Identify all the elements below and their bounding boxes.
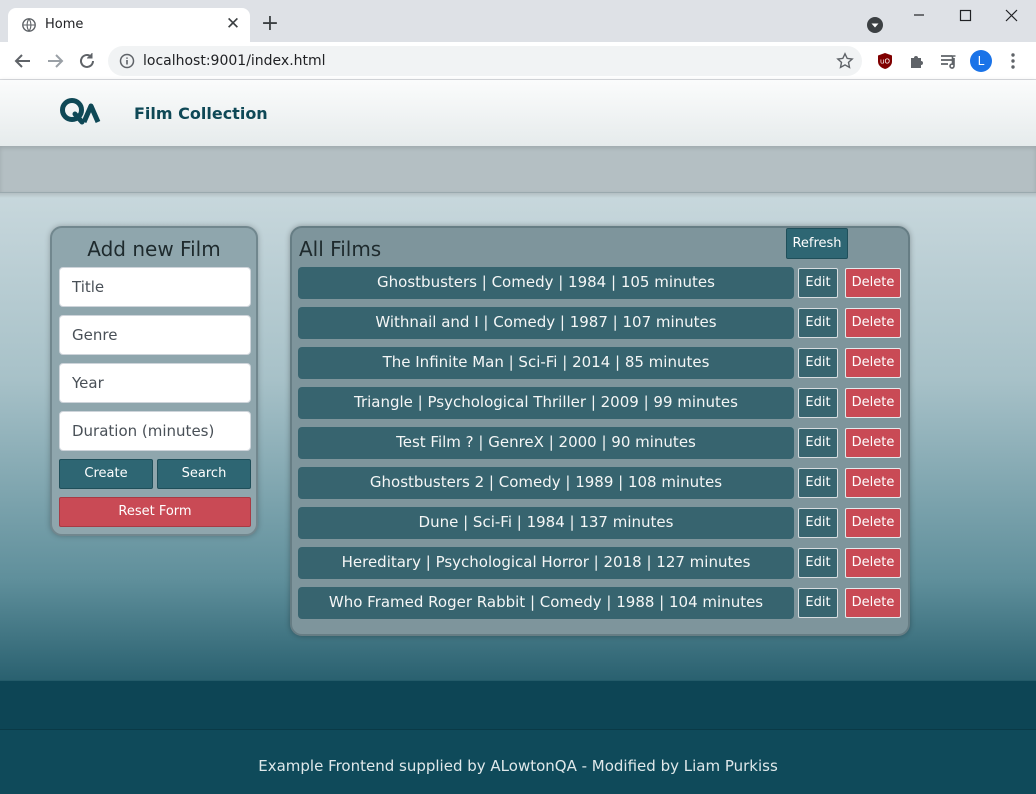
reload-icon[interactable] <box>76 50 98 72</box>
edit-button[interactable]: Edit <box>798 388 838 418</box>
tab-title: Home <box>45 17 84 32</box>
browser-menu-icon[interactable] <box>1004 52 1022 70</box>
maximize-icon[interactable] <box>942 4 988 32</box>
close-window-icon[interactable] <box>988 4 1034 32</box>
brand-title[interactable]: Film Collection <box>134 104 268 123</box>
duration-input[interactable] <box>59 411 251 451</box>
create-button[interactable]: Create <box>59 459 153 489</box>
film-label: Triangle | Psychological Thriller | 2009… <box>298 387 794 419</box>
header-band <box>0 146 1036 193</box>
edit-button[interactable]: Edit <box>798 348 838 378</box>
edit-button[interactable]: Edit <box>798 468 838 498</box>
reset-form-button[interactable]: Reset Form <box>59 497 251 527</box>
page-content: Film Collection Add new Film Create Sear… <box>0 80 1036 794</box>
year-input[interactable] <box>59 363 251 403</box>
film-row: Hereditary | Psychological Horror | 2018… <box>298 547 904 579</box>
film-label: The Infinite Man | Sci-Fi | 2014 | 85 mi… <box>298 347 794 379</box>
film-label: Hereditary | Psychological Horror | 2018… <box>298 547 794 579</box>
film-row: Who Framed Roger Rabbit | Comedy | 1988 … <box>298 587 904 619</box>
footer-credit: Example Frontend supplied by ALowtonQA -… <box>258 757 778 775</box>
delete-button[interactable]: Delete <box>845 508 901 538</box>
film-row: Withnail and I | Comedy | 1987 | 107 min… <box>298 307 904 339</box>
film-row: Ghostbusters 2 | Comedy | 1989 | 108 min… <box>298 467 904 499</box>
forward-arrow-icon[interactable] <box>44 50 66 72</box>
film-row: The Infinite Man | Sci-Fi | 2014 | 85 mi… <box>298 347 904 379</box>
edit-button[interactable]: Edit <box>798 268 838 298</box>
tab-search-icon[interactable] <box>866 16 884 34</box>
extensions-puzzle-icon[interactable] <box>908 52 926 70</box>
film-list-panel: All Films Refresh Ghostbusters | Comedy … <box>290 226 910 636</box>
edit-button[interactable]: Edit <box>798 588 838 618</box>
film-label: Ghostbusters | Comedy | 1984 | 105 minut… <box>298 267 794 299</box>
media-queue-icon[interactable] <box>940 52 958 70</box>
film-row: Triangle | Psychological Thriller | 2009… <box>298 387 904 419</box>
delete-button[interactable]: Delete <box>845 348 901 378</box>
add-film-panel: Add new Film Create Search Reset Form <box>50 226 258 536</box>
ublock-origin-icon[interactable]: uO <box>876 52 894 70</box>
delete-button[interactable]: Delete <box>845 268 901 298</box>
film-label: Dune | Sci-Fi | 1984 | 137 minutes <box>298 507 794 539</box>
delete-button[interactable]: Delete <box>845 468 901 498</box>
edit-button[interactable]: Edit <box>798 428 838 458</box>
edit-button[interactable]: Edit <box>798 548 838 578</box>
edit-button[interactable]: Edit <box>798 508 838 538</box>
browser-tab[interactable]: Home ✕ <box>8 8 250 42</box>
qa-logo[interactable] <box>60 96 104 128</box>
delete-button[interactable]: Delete <box>845 388 901 418</box>
delete-button[interactable]: Delete <box>845 308 901 338</box>
refresh-button[interactable]: Refresh <box>786 228 848 259</box>
site-footer: Example Frontend supplied by ALowtonQA -… <box>0 729 1036 794</box>
back-arrow-icon[interactable] <box>12 50 34 72</box>
tab-close-icon[interactable]: ✕ <box>224 15 242 33</box>
film-label: Test Film ? | GenreX | 2000 | 90 minutes <box>298 427 794 459</box>
url-text[interactable]: localhost:9001/index.html <box>143 53 326 69</box>
delete-button[interactable]: Delete <box>845 428 901 458</box>
globe-icon <box>22 18 36 32</box>
new-tab-button[interactable]: + <box>258 12 282 36</box>
address-bar[interactable]: localhost:9001/index.html <box>108 46 862 76</box>
film-label: Ghostbusters 2 | Comedy | 1989 | 108 min… <box>298 467 794 499</box>
svg-text:uO: uO <box>880 58 890 66</box>
browser-tab-bar: Home ✕ + <box>0 0 1036 42</box>
site-navbar: Film Collection <box>0 80 1036 146</box>
title-input[interactable] <box>59 267 251 307</box>
film-label: Who Framed Roger Rabbit | Comedy | 1988 … <box>298 587 794 619</box>
search-button[interactable]: Search <box>157 459 251 489</box>
delete-button[interactable]: Delete <box>845 588 901 618</box>
delete-button[interactable]: Delete <box>845 548 901 578</box>
bookmark-star-icon[interactable] <box>836 52 854 70</box>
profile-avatar[interactable]: L <box>970 50 992 72</box>
info-icon[interactable] <box>119 53 135 69</box>
film-row: Test Film ? | GenreX | 2000 | 90 minutes… <box>298 427 904 459</box>
film-list-heading: All Films <box>299 237 382 261</box>
browser-toolbar: localhost:9001/index.html uO L <box>0 42 1036 80</box>
minimize-icon[interactable] <box>896 4 942 32</box>
edit-button[interactable]: Edit <box>798 308 838 338</box>
film-label: Withnail and I | Comedy | 1987 | 107 min… <box>298 307 794 339</box>
genre-input[interactable] <box>59 315 251 355</box>
film-row: Dune | Sci-Fi | 1984 | 137 minutes Edit … <box>298 507 904 539</box>
film-row: Ghostbusters | Comedy | 1984 | 105 minut… <box>298 267 904 299</box>
footer-band <box>0 681 1036 729</box>
add-film-heading: Add new Film <box>87 237 221 261</box>
